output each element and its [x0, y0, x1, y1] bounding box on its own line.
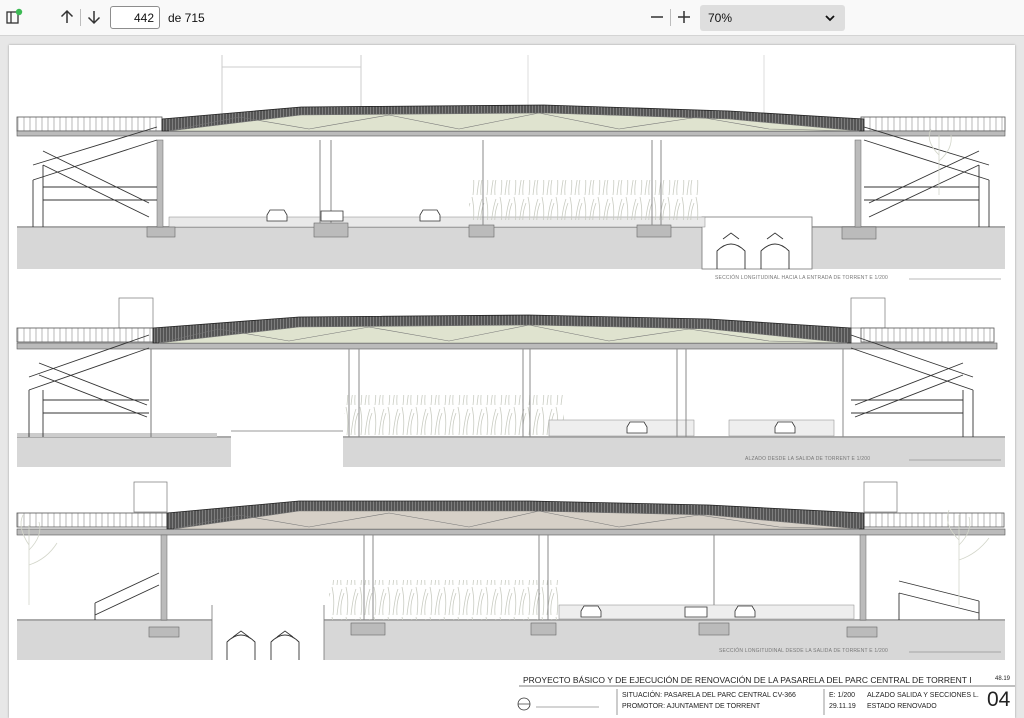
sidebar-icon	[6, 8, 23, 24]
title-block-frame	[517, 685, 1015, 715]
minus-icon	[651, 16, 663, 18]
fecha-label: 29.11.19	[829, 703, 856, 710]
zoom-in-button[interactable]	[674, 7, 694, 27]
next-page-button[interactable]	[84, 7, 104, 27]
zoom-value: 70%	[708, 11, 733, 25]
section-1-caption: SECCIÓN LONGITUDINAL HACIA LA ENTRADA DE…	[715, 275, 889, 281]
pdf-page: SECCIÓN LONGITUDINAL HACIA LA ENTRADA DE…	[9, 45, 1015, 718]
estado-label: ESTADO RENOVADO	[867, 703, 937, 710]
architectural-drawing	[16, 55, 1015, 715]
previous-page-button[interactable]	[57, 7, 77, 27]
promotor-label: PROMOTOR: AJUNTAMENT DE TORRENT	[622, 703, 761, 710]
arrow-up-icon	[60, 9, 74, 23]
sidebar-toggle-button[interactable]	[4, 7, 24, 27]
total-pages-label: de 715	[168, 11, 205, 25]
situacion-label: SITUACIÓN: PASARELA DEL PARC CENTRAL CV-…	[622, 692, 796, 699]
section-2	[16, 297, 1005, 467]
arrow-down-icon	[87, 11, 101, 25]
escala-label: E: 1/200	[829, 692, 856, 699]
descripcion-label: ALZADO SALIDA Y SECCIONES L.	[867, 692, 979, 699]
project-code: 48.19	[995, 676, 1011, 682]
page-number-input[interactable]	[110, 6, 160, 29]
plus-icon	[678, 11, 690, 23]
zoom-select[interactable]: 70%	[700, 5, 845, 31]
section-1	[16, 55, 1006, 280]
chevron-down-icon	[825, 15, 835, 22]
project-title: PROYECTO BÁSICO Y DE EJECUCIÓN DE RENOVA…	[523, 675, 972, 685]
toolbar: de 715 70%	[0, 0, 1024, 36]
section-3-caption: SECCIÓN LONGITUDINAL DESDE LA SALIDA DE …	[719, 648, 888, 654]
sheet-number: 04	[987, 688, 1011, 711]
section-2-caption: ALZADO DESDE LA SALIDA DE TORRENT E 1/20…	[745, 456, 871, 462]
zoom-out-button[interactable]	[647, 7, 667, 27]
